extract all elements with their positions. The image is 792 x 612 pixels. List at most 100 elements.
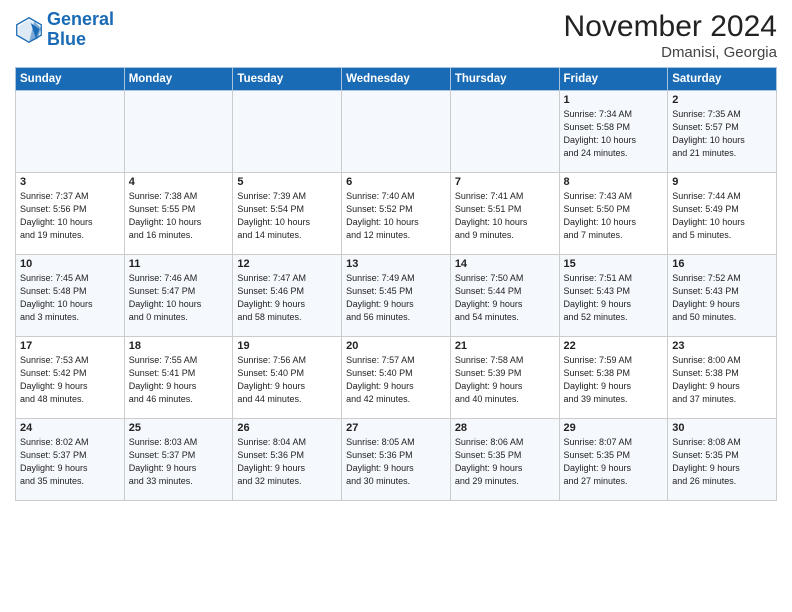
calendar-table: Sunday Monday Tuesday Wednesday Thursday… (15, 67, 777, 501)
calendar-cell (124, 91, 233, 173)
calendar-cell: 29 Sunrise: 8:07 AM Sunset: 5:35 PM Dayli… (559, 419, 668, 501)
day-info: Sunrise: 8:04 AM Sunset: 5:36 PM Dayligh… (237, 436, 337, 488)
day-number: 10 (20, 258, 120, 270)
logo-text: General Blue (47, 10, 114, 50)
day-number: 11 (129, 258, 229, 270)
page-header: General Blue November 2024 Dmanisi, Geor… (15, 10, 777, 61)
day-info: Sunrise: 7:50 AM Sunset: 5:44 PM Dayligh… (455, 272, 555, 324)
calendar-cell: 27 Sunrise: 8:05 AM Sunset: 5:36 PM Dayli… (342, 419, 451, 501)
calendar-week-4: 17Sunrise: 7:53 AM Sunset: 5:42 PM Dayli… (16, 337, 777, 419)
calendar-week-5: 24 Sunrise: 8:02 AM Sunset: 5:37 PM Dayli… (16, 419, 777, 501)
day-info: Sunrise: 7:45 AM Sunset: 5:48 PM Dayligh… (20, 272, 120, 324)
day-number: 1 (564, 94, 664, 106)
calendar-cell: 19 Sunrise: 7:56 AM Sunset: 5:40 PM Dayli… (233, 337, 342, 419)
day-info: Sunrise: 7:57 AM Sunset: 5:40 PM Dayligh… (346, 354, 446, 406)
calendar-cell: 22 Sunrise: 7:59 AM Sunset: 5:38 PM Dayli… (559, 337, 668, 419)
calendar-cell: 2Sunrise: 7:35 AM Sunset: 5:57 PM Daylig… (668, 91, 777, 173)
calendar-cell: 25 Sunrise: 8:03 AM Sunset: 5:37 PM Dayli… (124, 419, 233, 501)
title-block: November 2024 Dmanisi, Georgia (564, 10, 777, 61)
day-info: Sunrise: 7:49 AM Sunset: 5:45 PM Dayligh… (346, 272, 446, 324)
calendar-cell: 12 Sunrise: 7:47 AM Sunset: 5:46 PM Dayli… (233, 255, 342, 337)
day-number: 5 (237, 176, 337, 188)
calendar-cell: 14Sunrise: 7:50 AM Sunset: 5:44 PM Dayli… (450, 255, 559, 337)
calendar-cell: 24 Sunrise: 8:02 AM Sunset: 5:37 PM Dayli… (16, 419, 125, 501)
calendar-cell: 5 Sunrise: 7:39 AM Sunset: 5:54 PM Daylig… (233, 173, 342, 255)
day-number: 9 (672, 176, 772, 188)
day-info: Sunrise: 8:06 AM Sunset: 5:35 PM Dayligh… (455, 436, 555, 488)
col-friday: Friday (559, 68, 668, 91)
calendar-cell: 20 Sunrise: 7:57 AM Sunset: 5:40 PM Dayli… (342, 337, 451, 419)
calendar-cell: 6 Sunrise: 7:40 AM Sunset: 5:52 PM Daylig… (342, 173, 451, 255)
day-number: 19 (237, 340, 337, 352)
day-info: Sunrise: 7:34 AM Sunset: 5:58 PM Dayligh… (564, 108, 664, 160)
calendar-cell: 23Sunrise: 8:00 AM Sunset: 5:38 PM Dayli… (668, 337, 777, 419)
calendar-cell: 1 Sunrise: 7:34 AM Sunset: 5:58 PM Daylig… (559, 91, 668, 173)
col-wednesday: Wednesday (342, 68, 451, 91)
day-info: Sunrise: 7:38 AM Sunset: 5:55 PM Dayligh… (129, 190, 229, 242)
day-info: Sunrise: 7:40 AM Sunset: 5:52 PM Dayligh… (346, 190, 446, 242)
day-number: 28 (455, 422, 555, 434)
day-number: 17 (20, 340, 120, 352)
col-sunday: Sunday (16, 68, 125, 91)
day-number: 30 (672, 422, 772, 434)
calendar-cell (342, 91, 451, 173)
day-number: 16 (672, 258, 772, 270)
calendar-cell: 7 Sunrise: 7:41 AM Sunset: 5:51 PM Daylig… (450, 173, 559, 255)
calendar-cell: 16 Sunrise: 7:52 AM Sunset: 5:43 PM Dayli… (668, 255, 777, 337)
col-saturday: Saturday (668, 68, 777, 91)
day-number: 6 (346, 176, 446, 188)
day-number: 25 (129, 422, 229, 434)
day-info: Sunrise: 7:46 AM Sunset: 5:47 PM Dayligh… (129, 272, 229, 324)
col-tuesday: Tuesday (233, 68, 342, 91)
day-info: Sunrise: 7:52 AM Sunset: 5:43 PM Dayligh… (672, 272, 772, 324)
calendar-subtitle: Dmanisi, Georgia (564, 44, 777, 61)
calendar-cell: 30 Sunrise: 8:08 AM Sunset: 5:35 PM Dayli… (668, 419, 777, 501)
calendar-cell: 4Sunrise: 7:38 AM Sunset: 5:55 PM Daylig… (124, 173, 233, 255)
day-number: 8 (564, 176, 664, 188)
calendar-cell: 8 Sunrise: 7:43 AM Sunset: 5:50 PM Daylig… (559, 173, 668, 255)
day-number: 2 (672, 94, 772, 106)
calendar-cell: 13 Sunrise: 7:49 AM Sunset: 5:45 PM Dayli… (342, 255, 451, 337)
day-number: 22 (564, 340, 664, 352)
day-info: Sunrise: 7:58 AM Sunset: 5:39 PM Dayligh… (455, 354, 555, 406)
day-info: Sunrise: 7:43 AM Sunset: 5:50 PM Dayligh… (564, 190, 664, 242)
day-info: Sunrise: 8:05 AM Sunset: 5:36 PM Dayligh… (346, 436, 446, 488)
day-info: Sunrise: 8:03 AM Sunset: 5:37 PM Dayligh… (129, 436, 229, 488)
day-number: 23 (672, 340, 772, 352)
calendar-cell: 11 Sunrise: 7:46 AM Sunset: 5:47 PM Dayli… (124, 255, 233, 337)
calendar-cell (233, 91, 342, 173)
calendar-cell: 9 Sunrise: 7:44 AM Sunset: 5:49 PM Daylig… (668, 173, 777, 255)
calendar-title: November 2024 (564, 10, 777, 44)
day-info: Sunrise: 7:44 AM Sunset: 5:49 PM Dayligh… (672, 190, 772, 242)
calendar-cell: 10 Sunrise: 7:45 AM Sunset: 5:48 PM Dayli… (16, 255, 125, 337)
day-info: Sunrise: 7:56 AM Sunset: 5:40 PM Dayligh… (237, 354, 337, 406)
day-number: 13 (346, 258, 446, 270)
day-info: Sunrise: 7:59 AM Sunset: 5:38 PM Dayligh… (564, 354, 664, 406)
day-number: 20 (346, 340, 446, 352)
col-thursday: Thursday (450, 68, 559, 91)
day-info: Sunrise: 7:55 AM Sunset: 5:41 PM Dayligh… (129, 354, 229, 406)
day-number: 12 (237, 258, 337, 270)
calendar-cell: 17Sunrise: 7:53 AM Sunset: 5:42 PM Dayli… (16, 337, 125, 419)
day-number: 26 (237, 422, 337, 434)
col-monday: Monday (124, 68, 233, 91)
day-info: Sunrise: 7:37 AM Sunset: 5:56 PM Dayligh… (20, 190, 120, 242)
day-number: 24 (20, 422, 120, 434)
calendar-cell: 26 Sunrise: 8:04 AM Sunset: 5:36 PM Dayli… (233, 419, 342, 501)
day-info: Sunrise: 8:02 AM Sunset: 5:37 PM Dayligh… (20, 436, 120, 488)
day-number: 7 (455, 176, 555, 188)
calendar-week-1: 1 Sunrise: 7:34 AM Sunset: 5:58 PM Daylig… (16, 91, 777, 173)
calendar-cell: 28 Sunrise: 8:06 AM Sunset: 5:35 PM Dayli… (450, 419, 559, 501)
calendar-cell (450, 91, 559, 173)
calendar-cell: 3 Sunrise: 7:37 AM Sunset: 5:56 PM Daylig… (16, 173, 125, 255)
day-info: Sunrise: 7:47 AM Sunset: 5:46 PM Dayligh… (237, 272, 337, 324)
day-number: 27 (346, 422, 446, 434)
day-info: Sunrise: 8:08 AM Sunset: 5:35 PM Dayligh… (672, 436, 772, 488)
day-info: Sunrise: 7:41 AM Sunset: 5:51 PM Dayligh… (455, 190, 555, 242)
day-info: Sunrise: 8:07 AM Sunset: 5:35 PM Dayligh… (564, 436, 664, 488)
day-info: Sunrise: 7:39 AM Sunset: 5:54 PM Dayligh… (237, 190, 337, 242)
calendar-cell: 21Sunrise: 7:58 AM Sunset: 5:39 PM Dayli… (450, 337, 559, 419)
day-number: 3 (20, 176, 120, 188)
logo: General Blue (15, 10, 114, 50)
day-number: 29 (564, 422, 664, 434)
